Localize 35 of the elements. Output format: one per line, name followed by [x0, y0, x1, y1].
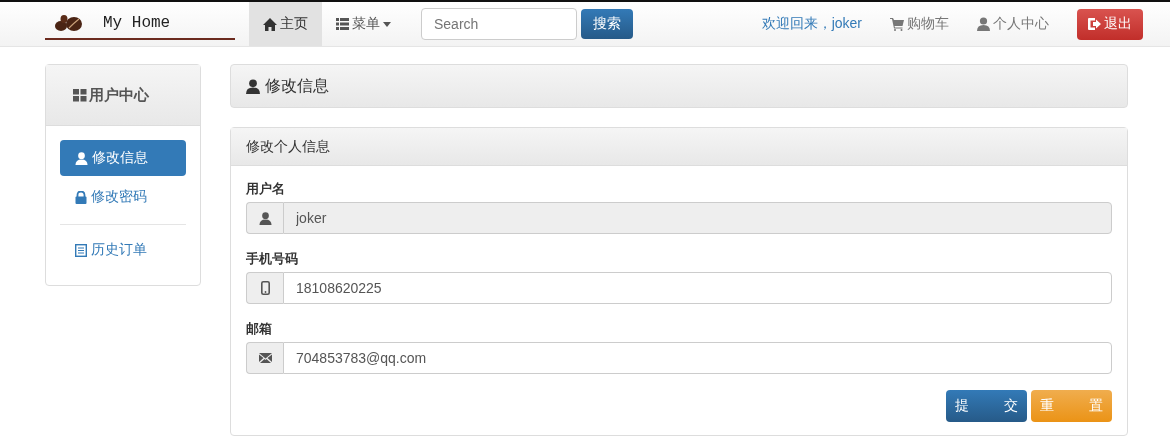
sidebar-title: 用户中心 — [89, 85, 149, 105]
field-label: 邮箱 — [246, 320, 272, 338]
user-icon — [75, 151, 88, 165]
welcome-link[interactable]: 欢迎回来，joker — [761, 15, 862, 33]
user-icon — [977, 17, 990, 31]
search-field[interactable]: Search — [421, 8, 577, 40]
page-title: 修改信息 — [265, 75, 329, 96]
home-icon — [263, 17, 277, 31]
search-button[interactable]: 搜索 — [581, 9, 633, 39]
panel-title: 修改个人信息 — [246, 137, 330, 156]
user-icon — [246, 78, 260, 94]
submit-button[interactable]: 提 交 — [946, 390, 1027, 422]
input-field[interactable]: 704853783@qq.com — [283, 342, 1112, 374]
logout-icon — [1088, 18, 1101, 30]
sidebar-item[interactable]: 修改信息 — [60, 140, 186, 176]
logout-button[interactable]: 退出 — [1077, 8, 1143, 40]
nav-tab[interactable]: 菜单 — [322, 2, 405, 46]
lock-icon — [75, 190, 87, 204]
field-label: 用户名 — [246, 180, 285, 198]
mail-icon — [258, 353, 272, 363]
nav-link[interactable]: 个人中心 — [977, 15, 1049, 33]
brand-name[interactable]: My Home — [103, 14, 171, 32]
sidebar-item[interactable]: 历史订单 — [60, 232, 186, 268]
user-icon — [258, 211, 272, 225]
list-icon — [75, 243, 87, 257]
field-label: 手机号码 — [246, 250, 298, 268]
nav-link[interactable]: 购物车 — [890, 15, 949, 33]
list-icon — [336, 18, 349, 30]
sidebar-item[interactable]: 修改密码 — [60, 179, 186, 215]
cart-icon — [890, 17, 904, 31]
input-field[interactable]: 18108620225 — [283, 272, 1112, 304]
grid-icon — [73, 88, 87, 102]
nav-tab[interactable]: 主页 — [249, 2, 322, 46]
caret-icon — [383, 21, 391, 27]
phone-icon — [260, 281, 270, 295]
